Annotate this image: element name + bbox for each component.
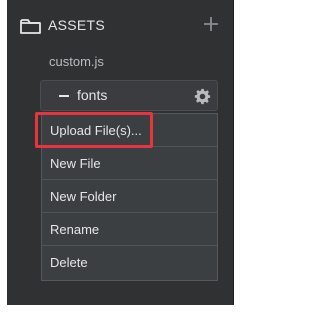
plus-icon[interactable] [201,14,221,34]
context-menu: Upload File(s)... New File New Folder Re… [41,113,218,281]
assets-title: ASSETS [48,17,106,33]
menu-item-new-file[interactable]: New File [42,147,217,180]
folder-row-fonts[interactable]: fonts [40,80,218,111]
assets-panel: ASSETS custom.js fonts Upload File(s)...… [7,0,234,305]
minus-icon[interactable] [59,95,69,97]
menu-item-upload-files[interactable]: Upload File(s)... [42,114,217,147]
page: ASSETS custom.js fonts Upload File(s)...… [0,0,244,313]
gear-icon[interactable] [194,88,211,105]
assets-header: ASSETS [7,0,233,46]
menu-item-rename[interactable]: Rename [42,213,217,246]
menu-item-new-folder[interactable]: New Folder [42,180,217,213]
folder-label: fonts [77,87,108,103]
file-item-custom-js[interactable]: custom.js [49,54,104,69]
menu-item-delete[interactable]: Delete [42,246,217,279]
folder-icon [20,19,41,34]
